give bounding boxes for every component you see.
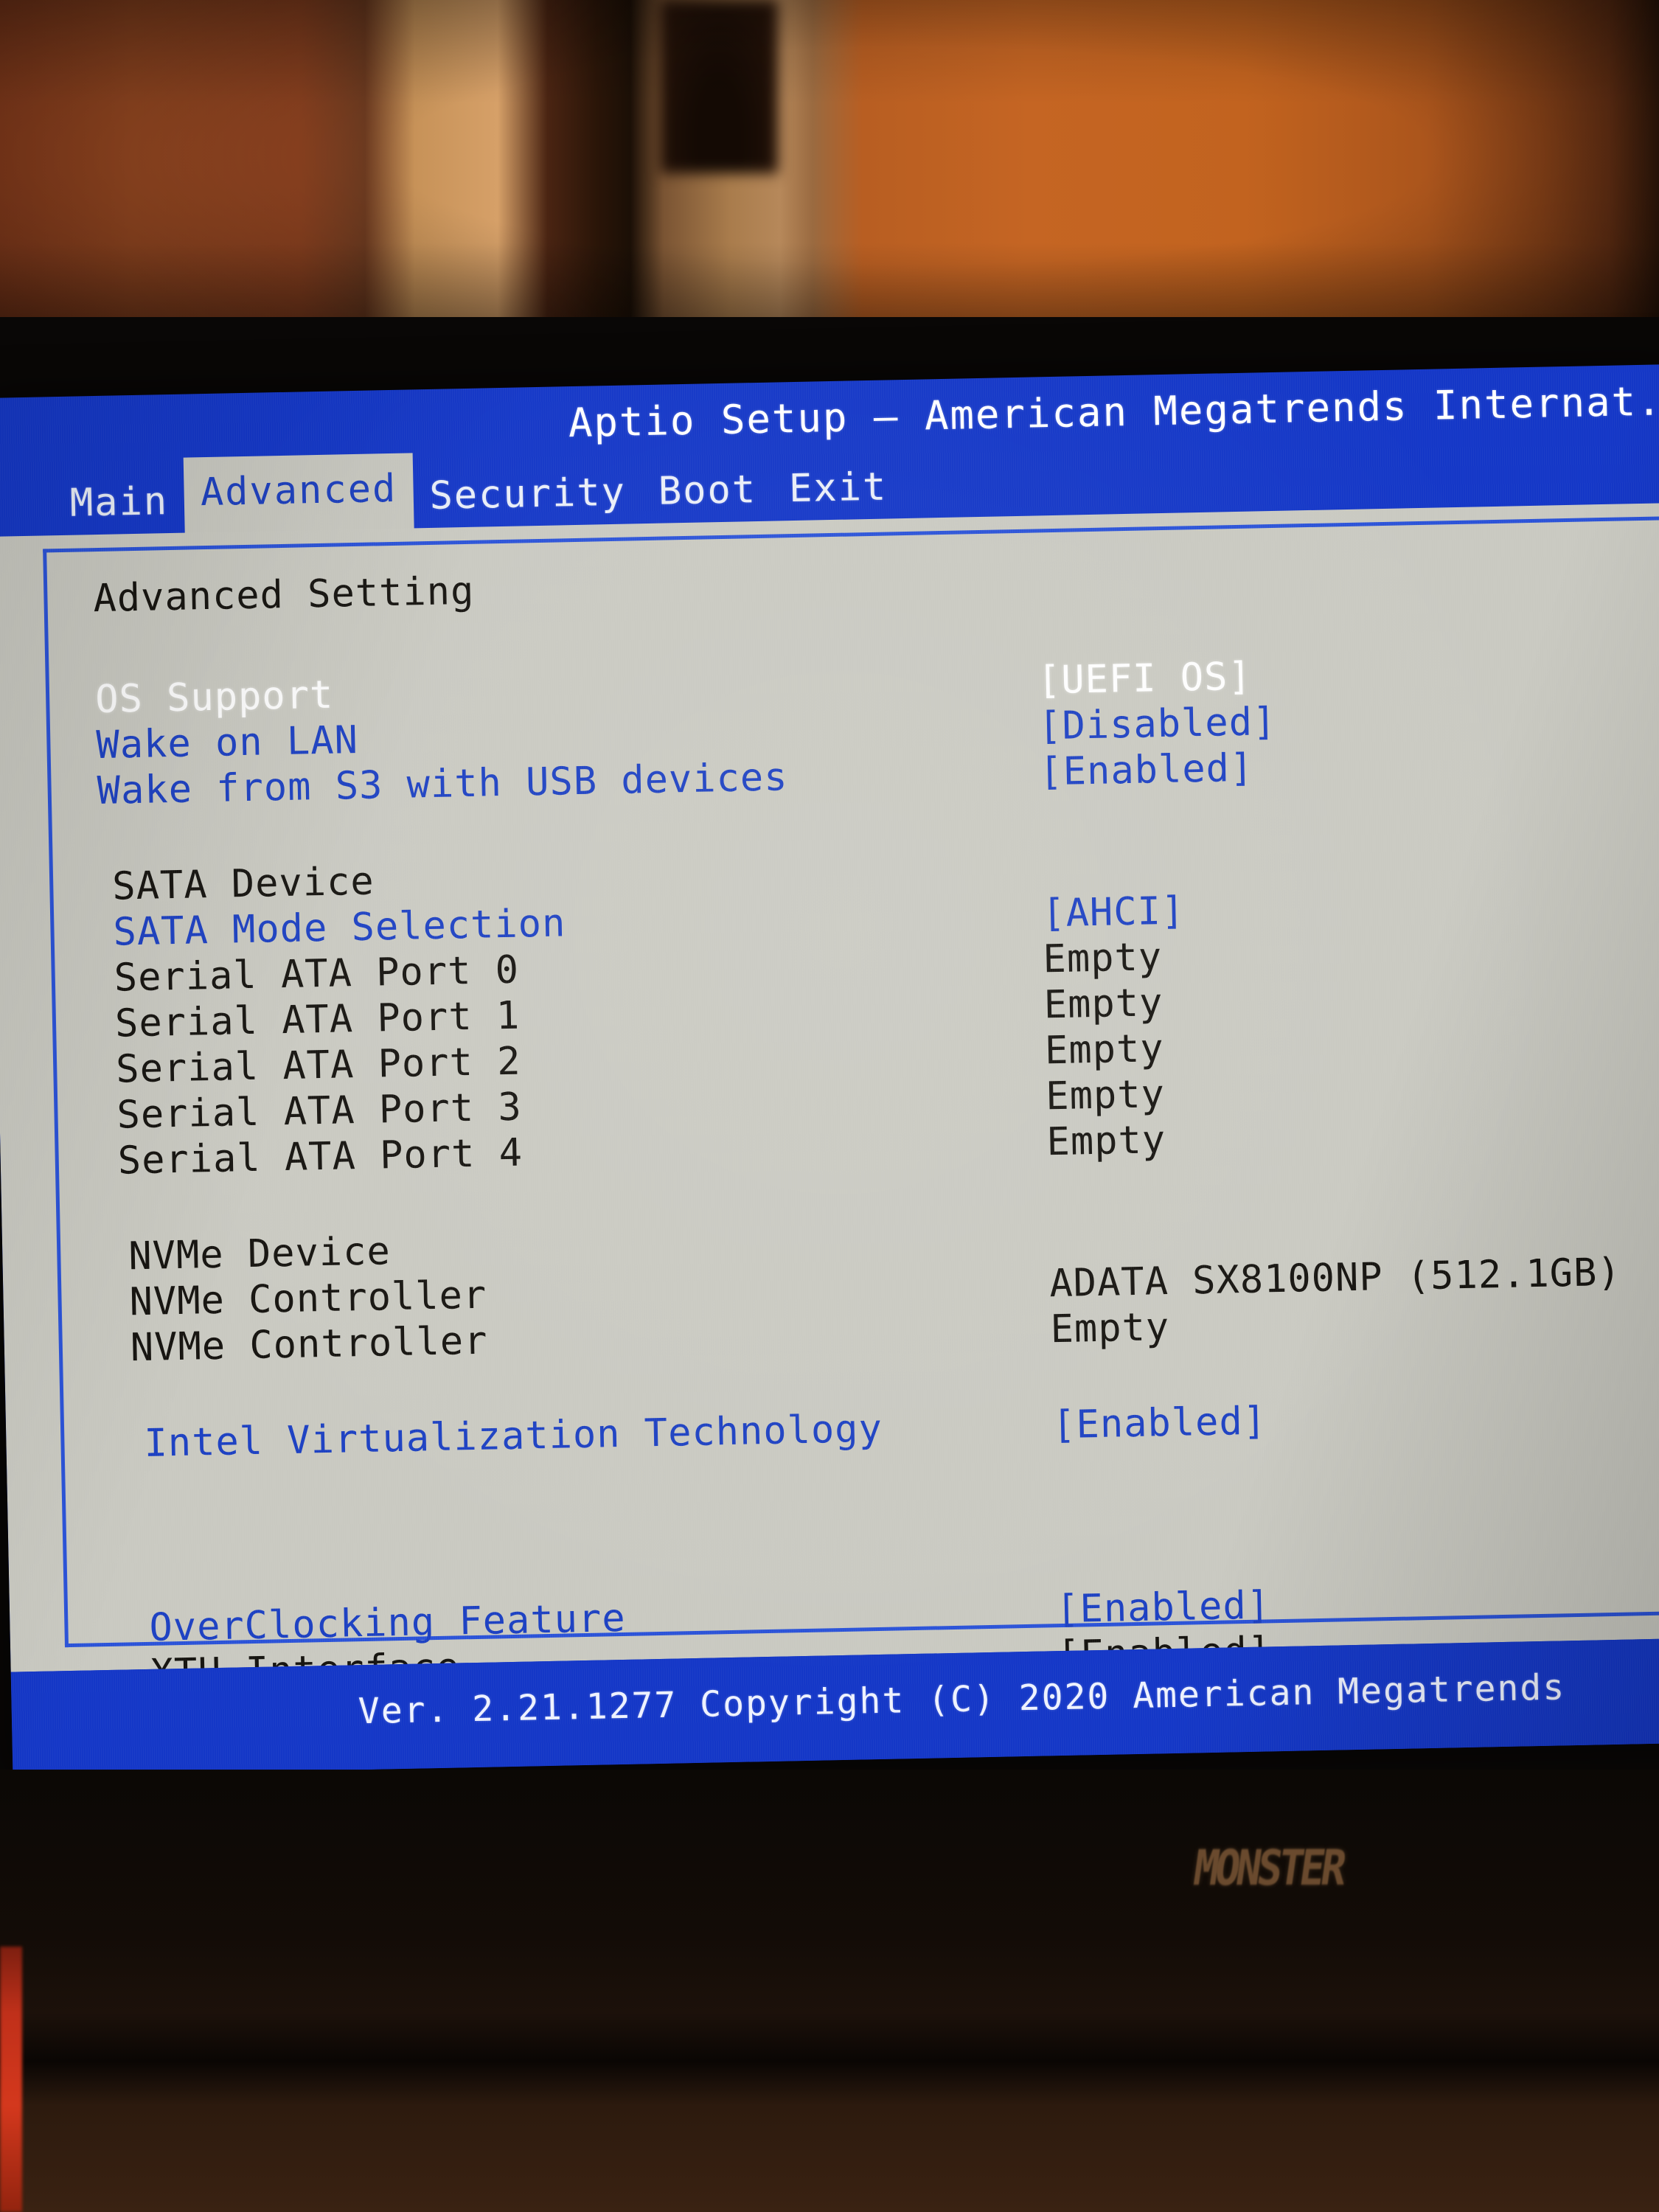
setting-value[interactable]: [Enabled] [1039,745,1254,796]
tab-main[interactable]: Main [53,468,185,538]
setting-row[interactable]: Intel Virtualization Technology [Enabled] [64,1390,1659,1468]
setting-label: Serial ATA Port 4 [117,1130,524,1183]
page-title: Advanced Setting [92,568,475,622]
setting-value[interactable]: Empty [1046,1071,1166,1119]
setting-label: OS Support [94,672,334,723]
setting-label: Serial ATA Port 2 [115,1039,522,1092]
setting-label: Serial ATA Port 3 [116,1085,523,1138]
laptop-base [0,1770,1659,2212]
bios-content-panel: Advanced Setting OS Support [UEFI OS] Wake… [0,503,1659,1742]
room-vignette [0,0,1659,347]
setting-value[interactable]: Empty [1043,934,1163,982]
bios-version-copyright: Ver. 2.21.1277 Copyright (C) 2020 Americ… [358,1666,1566,1733]
setting-value[interactable]: [Enabled] [1052,1398,1267,1448]
setting-label: NVMe Controller [129,1273,487,1325]
setting-label: Serial ATA Port 1 [114,993,521,1046]
setting-label: Serial ATA Port 0 [114,947,520,1001]
setting-value[interactable]: Empty [1050,1304,1170,1352]
setting-value[interactable]: Empty [1046,1117,1166,1165]
bios-content-border: Advanced Setting OS Support [UEFI OS] Wake… [43,515,1659,1742]
setting-value[interactable]: Empty [1044,1026,1164,1074]
setting-value[interactable]: Empty [1043,980,1164,1028]
brand-logo: MONSTER [1190,1840,1346,1897]
setting-label: NVMe Device [128,1229,392,1279]
setting-value[interactable]: [AHCI] [1042,888,1186,936]
setting-value[interactable]: [Disabled] [1038,699,1277,749]
tab-security[interactable]: Security [413,459,643,529]
tab-boot[interactable]: Boot [641,456,773,526]
setting-value[interactable]: [UEFI OS] [1037,654,1252,704]
setting-label: SATA Device [111,859,375,909]
setting-label: NVMe Controller [130,1318,489,1371]
photo-scene: Aptio Setup – American Megatrends Intern… [0,0,1659,2212]
setting-label: Wake on LAN [95,717,359,768]
setting-value[interactable]: [Enabled] [1056,1582,1271,1632]
red-object-edge [0,1947,22,2212]
bios-screen: Aptio Setup – American Megatrends Intern… [0,364,1659,1777]
setting-label: Intel Virtualization Technology [143,1406,883,1466]
tab-exit[interactable]: Exit [772,453,904,523]
